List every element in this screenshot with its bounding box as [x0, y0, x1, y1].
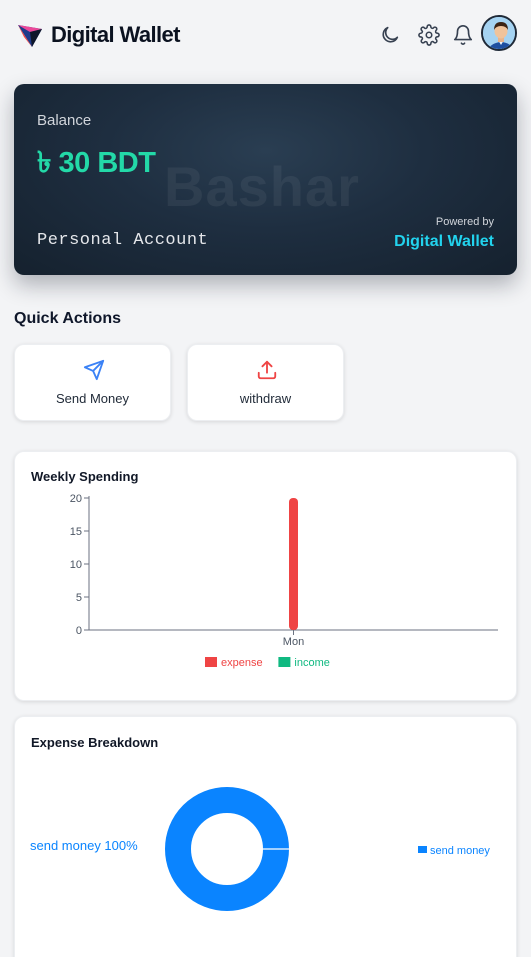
expense-breakdown-chart: send money 100% send money — [30, 787, 490, 911]
expense-breakdown-card: Expense Breakdown send money 100% send mo… — [14, 716, 517, 957]
balance-amount: ৳ 30 BDT — [37, 147, 156, 179]
legend-label-income: income — [294, 657, 329, 669]
y-tick-label: 15 — [70, 526, 82, 538]
y-tick-label: 10 — [70, 559, 82, 571]
balance-label: Balance — [37, 112, 92, 129]
bar-expense[interactable] — [289, 498, 298, 630]
moon-icon[interactable] — [379, 24, 401, 46]
quick-actions-title: Quick Actions — [14, 310, 121, 327]
upload-icon — [257, 360, 277, 380]
slice-send-money[interactable] — [165, 787, 289, 911]
legend-label-expense: expense — [221, 657, 263, 669]
withdraw-label: withdraw — [239, 391, 292, 406]
legend-swatch-income — [278, 657, 291, 667]
powered-by-brand: Digital Wallet — [394, 233, 494, 250]
user-avatar-icon — [483, 17, 515, 49]
withdraw-button[interactable]: withdraw — [187, 344, 344, 421]
weekly-spending-card: Weekly Spending 0 5 10 15 20 Mon expense income — [14, 451, 517, 701]
logo-icon[interactable] — [16, 21, 44, 49]
app-header: Digital Wallet — [0, 0, 531, 70]
y-tick-label: 20 — [70, 493, 82, 505]
bell-icon[interactable] — [452, 24, 474, 46]
x-tick-label: Mon — [283, 636, 304, 648]
account-holder-watermark: Bashar — [164, 155, 360, 218]
weekly-spending-chart: 0 5 10 15 20 Mon expense income — [70, 493, 498, 669]
send-money-label: Send Money — [56, 391, 129, 406]
account-type: Personal Account — [37, 231, 209, 250]
legend-label-send-money: send money — [430, 845, 490, 857]
avatar[interactable] — [481, 15, 517, 51]
send-icon — [83, 359, 105, 381]
powered-by-label: Powered by — [435, 216, 494, 228]
app-title: Digital Wallet — [51, 22, 181, 47]
y-tick-label: 5 — [76, 592, 82, 604]
balance-card[interactable]: Balance Bashar ৳ 30 BDT Personal Account… — [14, 84, 517, 275]
gear-icon[interactable] — [418, 24, 440, 46]
send-money-button[interactable]: Send Money — [14, 344, 171, 421]
y-tick-label: 0 — [76, 625, 82, 637]
legend-swatch-send-money — [418, 846, 427, 853]
slice-data-label: send money 100% — [30, 838, 138, 853]
legend-swatch-expense — [205, 657, 217, 667]
